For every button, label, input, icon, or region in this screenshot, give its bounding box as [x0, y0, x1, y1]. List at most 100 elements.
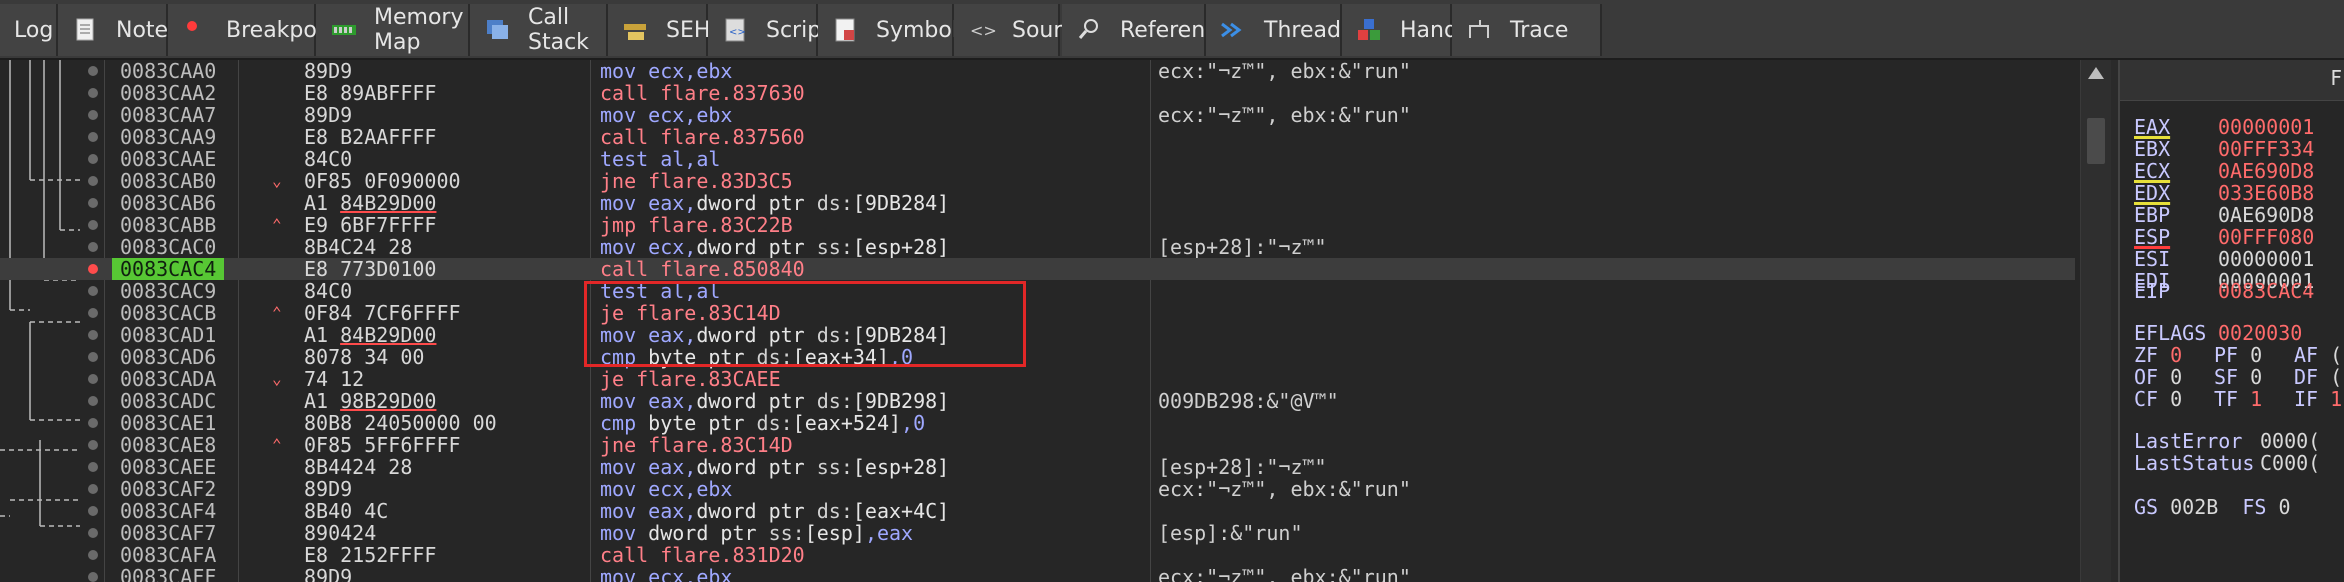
disasm-row[interactable]: 0083CAA7 89D9 mov ecx,ebx ecx:"¬z™", ebx:&"… — [0, 104, 2075, 126]
flag-of[interactable]: OF 0 — [2134, 366, 2182, 388]
row-dot-icon[interactable] — [88, 110, 98, 120]
tab-call-stack[interactable]: Call Stack — [470, 4, 608, 56]
tab-breakpoints[interactable]: Breakpoints — [168, 4, 357, 56]
tab-source[interactable]: <> Source — [954, 4, 1088, 56]
row-dot-icon[interactable] — [88, 506, 98, 516]
disasm-row[interactable]: 0083CAAE 84C0 test al,al — [0, 148, 2075, 170]
disasm-row[interactable]: 0083CAD1 A1 84B29D00 mov eax,dword ptr ds:… — [0, 324, 2075, 346]
bytes: 0F85 0F090000 — [304, 169, 461, 193]
flag-df[interactable]: DF ( — [2294, 366, 2342, 388]
disassembly-view[interactable]: 0083CAA0 89D9 mov ecx,ebx ecx:"¬z™", ebx:&"… — [0, 60, 2080, 582]
breakpoint-dot-icon[interactable] — [88, 264, 98, 274]
vertical-scrollbar[interactable] — [2080, 60, 2111, 582]
bytes: 89D9 — [304, 477, 353, 501]
disasm-row[interactable]: 0083CAA2 E8 89ABFFFF call flare.837630 — [0, 82, 2075, 104]
bytes: 8078 34 00 — [304, 345, 425, 369]
disasm-row[interactable]: 0083CAB6 A1 84B29D00 mov eax,dword ptr ds:… — [0, 192, 2075, 214]
scroll-up-arrow-icon[interactable] — [2088, 67, 2104, 79]
disasm-row[interactable]: 0083CABB ⌃ E9 6BF7FFFF jmp flare.83C22B — [0, 214, 2075, 236]
row-dot-icon[interactable] — [88, 440, 98, 450]
disasm-row[interactable]: 0083CAEE 8B4424 28 mov eax,dword ptr ss:[e… — [0, 456, 2075, 478]
row-dot-icon[interactable] — [88, 308, 98, 318]
row-dot-icon[interactable] — [88, 528, 98, 538]
row-dot-icon[interactable] — [88, 572, 98, 582]
register-eax[interactable]: EAX 00000001 — [2134, 116, 2314, 138]
disasm-row[interactable]: 0083CAFA E8 2152FFFF call flare.831D20 — [0, 544, 2075, 566]
notes-icon — [72, 16, 100, 44]
row-dot-icon[interactable] — [88, 550, 98, 560]
row-dot-icon[interactable] — [88, 88, 98, 98]
disasm-row[interactable]: 0083CAA0 89D9 mov ecx,ebx ecx:"¬z™", ebx:&"… — [0, 60, 2075, 82]
tab-seh[interactable]: SEH — [608, 4, 710, 56]
disasm-row[interactable]: 0083CAE1 80B8 24050000 00 cmp byte ptr ds:… — [0, 412, 2075, 434]
tab-memory-map[interactable]: Memory Map — [316, 4, 470, 56]
register-ebp[interactable]: EBP 0AE690D8 — [2134, 204, 2314, 226]
register-esi[interactable]: ESI 00000001 — [2134, 248, 2314, 270]
flag-pf[interactable]: PF 0 — [2214, 344, 2262, 366]
tab-symbols[interactable]: Symbols — [818, 4, 969, 56]
bytes: A1 84B29D00 — [304, 191, 437, 215]
disasm-row[interactable]: 0083CAA9 E8 B2AAFFFF call flare.837560 — [0, 126, 2075, 148]
tab-trace[interactable]: Trace — [1452, 4, 1602, 56]
disasm-row[interactable]: 0083CAF4 8B40 4C mov eax,dword ptr ds:[eax… — [0, 500, 2075, 522]
row-dot-icon[interactable] — [88, 198, 98, 208]
address: 0083CAA7 — [120, 103, 217, 127]
jump-up-icon: ⌃ — [272, 303, 282, 322]
disasm-row[interactable]: 0083CAE8 ⌃ 0F85 5FF6FFFF jne flare.83C14D — [0, 434, 2075, 456]
flag-zf[interactable]: ZF 0 — [2134, 344, 2182, 366]
tab-log[interactable]: Log — [0, 4, 58, 56]
register-ebx[interactable]: EBX 00FFF334 — [2134, 138, 2314, 160]
tab-label: Log — [14, 17, 54, 43]
disasm-row[interactable]: 0083CACB ⌃ 0F84 7CF6FFFF je flare.83C14D — [0, 302, 2075, 324]
register-eip[interactable]: EIP 0083CAC4 — [2134, 280, 2314, 302]
register-ecx[interactable]: ECX 0AE690D8 — [2134, 160, 2314, 182]
row-dot-icon[interactable] — [88, 484, 98, 494]
row-dot-icon[interactable] — [88, 242, 98, 252]
segment-registers[interactable]: GS 002B FS 0 — [2134, 496, 2291, 518]
row-dot-icon[interactable] — [88, 330, 98, 340]
registers-header[interactable]: F — [2120, 60, 2344, 101]
row-dot-icon[interactable] — [88, 154, 98, 164]
row-dot-icon[interactable] — [88, 66, 98, 76]
row-dot-icon[interactable] — [88, 396, 98, 406]
disasm-row[interactable]: 0083CADC A1 98B29D00 mov eax,dword ptr ds:… — [0, 390, 2075, 412]
row-dot-icon[interactable] — [88, 462, 98, 472]
tab-references[interactable]: References — [1062, 4, 1242, 56]
flag-af[interactable]: AF ( — [2294, 344, 2342, 366]
instruction: mov eax,dword ptr ds:[eax+4C] — [600, 499, 950, 523]
flag-sf[interactable]: SF 0 — [2214, 366, 2262, 388]
disasm-row[interactable]: 0083CAFF 89D9 mov ecx,ebx ecx:"¬z™", ebx:&"… — [0, 566, 2075, 582]
disasm-row[interactable]: 0083CAC0 8B4C24 28 mov ecx,dword ptr ss:[e… — [0, 236, 2075, 258]
row-dot-icon[interactable] — [88, 286, 98, 296]
register-eflags[interactable]: EFLAGS 0020030 — [2134, 322, 2302, 344]
disasm-row[interactable]: 0083CAF2 89D9 mov ecx,ebx ecx:"¬z™", ebx:&"… — [0, 478, 2075, 500]
disasm-row[interactable]: 0083CAB0 ⌄ 0F85 0F090000 jne flare.83D3C5 — [0, 170, 2075, 192]
last-error[interactable]: LastError 0000( — [2134, 430, 2320, 452]
tab-notes[interactable]: Notes — [58, 4, 180, 56]
row-dot-icon[interactable] — [88, 220, 98, 230]
tab-threads[interactable]: Threads — [1206, 4, 1352, 56]
flag-if[interactable]: IF 1 — [2294, 388, 2342, 410]
row-dot-icon[interactable] — [88, 132, 98, 142]
disasm-row[interactable]: 0083CAD6 8078 34 00 cmp byte ptr ds:[eax+3… — [0, 346, 2075, 368]
bytes: 80B8 24050000 00 — [304, 411, 497, 435]
last-status[interactable]: LastStatus C000( — [2134, 452, 2320, 474]
disasm-row[interactable]: 0083CAF7 890424 mov dword ptr ss:[esp],eax… — [0, 522, 2075, 544]
instruction: mov ecx,dword ptr ss:[esp+28] — [600, 235, 950, 259]
tab-label: Trace — [1510, 17, 1569, 43]
disasm-row[interactable]: 0083CADA ⌄ 74 12 je flare.83CAEE — [0, 368, 2075, 390]
row-dot-icon[interactable] — [88, 374, 98, 384]
tab-script[interactable]: <> Script — [708, 4, 830, 56]
row-dot-icon[interactable] — [88, 352, 98, 362]
register-esp[interactable]: ESP 00FFF080 — [2134, 226, 2314, 248]
address: 0083CACB — [120, 301, 217, 325]
scroll-thumb[interactable] — [2087, 118, 2105, 164]
row-dot-icon[interactable] — [88, 418, 98, 428]
tab-handles[interactable]: Handles — [1342, 4, 1489, 56]
disasm-row[interactable]: 0083CAC9 84C0 test al,al — [0, 280, 2075, 302]
flag-cf[interactable]: CF 0 — [2134, 388, 2182, 410]
flag-tf[interactable]: TF 1 — [2214, 388, 2262, 410]
register-edx[interactable]: EDX 033E60B8 — [2134, 182, 2314, 204]
row-dot-icon[interactable] — [88, 176, 98, 186]
disasm-row[interactable]: 0083CAC4 E8 773D0100 call flare.850840 — [0, 258, 2075, 280]
